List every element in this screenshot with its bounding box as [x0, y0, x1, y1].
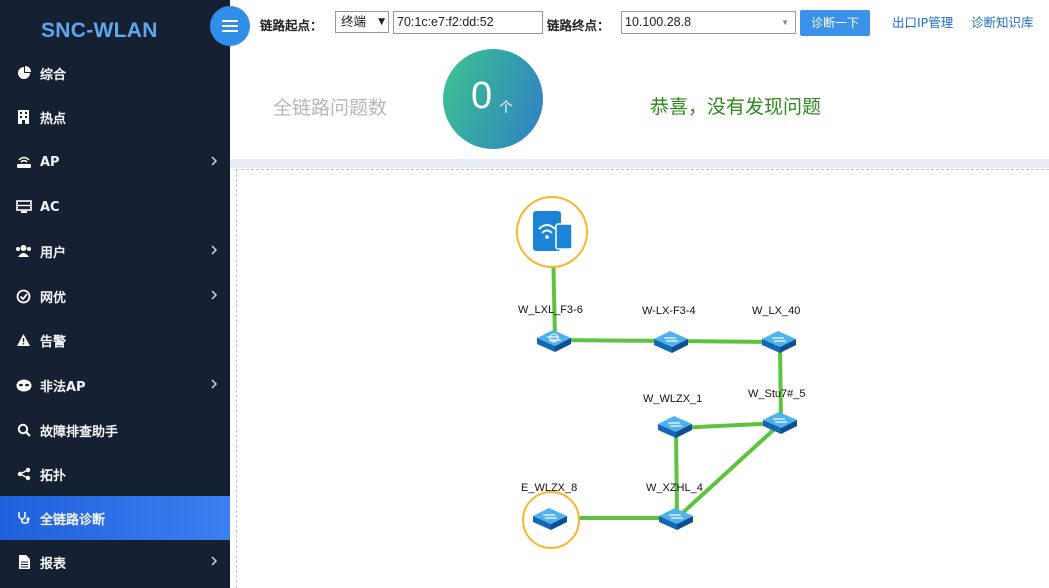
switch-icon[interactable] — [762, 411, 798, 435]
link-n5-n7 — [675, 421, 783, 520]
link-n3-n5 — [778, 340, 783, 425]
switch-icon[interactable] — [657, 415, 693, 439]
node-label-n3: W_LX_40 — [752, 305, 801, 317]
topology-links — [549, 242, 783, 520]
switch-icon[interactable] — [653, 330, 689, 354]
node-label-n5: W_Stu7#_5 — [748, 388, 806, 400]
link-n4-n7 — [674, 426, 679, 520]
switch-icon[interactable] — [761, 330, 797, 354]
wifi-device-icon[interactable] — [516, 196, 588, 268]
switch-icon[interactable] — [658, 507, 694, 531]
node-label-n2: W-LX-F3-4 — [642, 305, 696, 317]
node-label-n1: W_LXL_F3-6 — [518, 304, 583, 316]
topology-graph — [516, 196, 798, 549]
node-label-n7: W_XZHL_4 — [646, 482, 703, 494]
node-label-n4: W_WLZX_1 — [643, 393, 703, 405]
ap-switch-icon[interactable] — [536, 329, 572, 353]
node-label-n6: E_WLZX_8 — [521, 482, 578, 494]
